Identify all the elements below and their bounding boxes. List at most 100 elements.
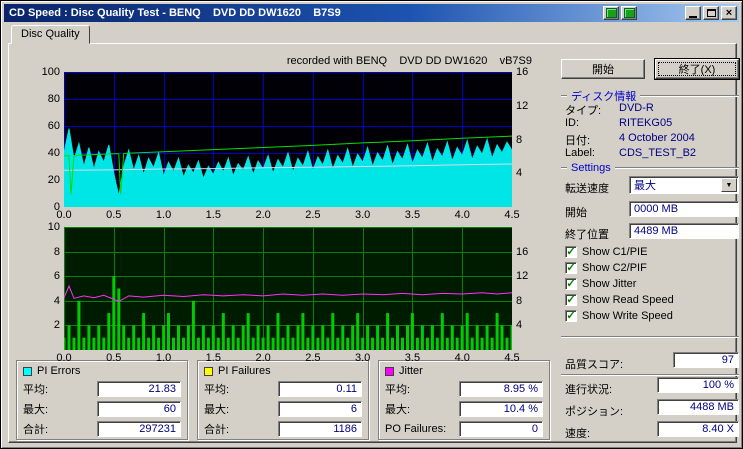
- position-label: ポジション:: [565, 406, 624, 418]
- stat-label: 最大:: [23, 404, 49, 416]
- quality-score-label: 品質スコア:: [565, 359, 624, 371]
- divider: [561, 336, 739, 338]
- stat-label: 合計:: [204, 424, 230, 436]
- start-pos-field[interactable]: 0000 MB: [629, 201, 739, 217]
- checkbox-box[interactable]: ✓: [565, 294, 577, 306]
- speed-value-label: 速度:: [565, 428, 591, 440]
- x-axis-label: 4.5: [504, 209, 520, 221]
- start-button[interactable]: 開始: [561, 59, 645, 79]
- x-axis-label: 1.5: [205, 209, 221, 221]
- y2-axis-label: 8: [516, 133, 523, 146]
- x-axis-label: 0.0: [56, 209, 72, 221]
- chart-header: recorded with BENQ DVD DD DW1620 vB7S9: [286, 55, 532, 67]
- disc-id-row: ID: RITEKG05: [565, 117, 673, 129]
- jitter-box: Jitter 平均: 8.95 % 最大: 10.4 % PO Failures: 0: [378, 360, 550, 440]
- y2-axis-label: 16: [516, 245, 529, 258]
- titlebar-buttons: ×: [603, 6, 739, 20]
- disc-copy-icon[interactable]: [603, 6, 619, 20]
- progress-value: 100 %: [657, 377, 739, 393]
- checkbox-show-write-speed[interactable]: ✓ Show Write Speed: [565, 310, 673, 322]
- chevron-down-icon[interactable]: ▼: [721, 178, 737, 192]
- maximize-icon: [706, 9, 716, 17]
- end-pos-label: 終了位置: [565, 229, 609, 241]
- checkbox-box[interactable]: ✓: [565, 278, 577, 290]
- stat-value: 0.11: [278, 381, 362, 397]
- y2-axis-label: 12: [516, 99, 529, 112]
- stat-value: 21.83: [97, 381, 181, 397]
- x-axis-label: 0.5: [106, 352, 122, 364]
- stat-value: 60: [97, 401, 181, 417]
- checkbox-show-c1-pie[interactable]: ✓ Show C1/PIE: [565, 246, 647, 258]
- x-axis-label: 3.0: [355, 209, 371, 221]
- y-axis-label: 6: [53, 270, 60, 283]
- y2-axis-label: 12: [516, 270, 529, 283]
- maximize-button[interactable]: [703, 6, 719, 20]
- app-window: CD Speed : Disc Quality Test - BENQ DVD …: [0, 0, 743, 449]
- y2-axis-label: 4: [516, 167, 523, 180]
- pi-failures-swatch: [204, 366, 213, 376]
- y2-axis-label: 4: [516, 319, 523, 332]
- stat-label: 平均:: [385, 384, 411, 396]
- stat-value: 1186: [278, 421, 362, 437]
- tab-label: Disc Quality: [21, 28, 80, 40]
- main-panel: recorded with BENQ DVD DD DW1620 vB7S9 P…: [8, 43, 739, 443]
- x-axis-label: 0.5: [106, 209, 122, 221]
- stat-label: 平均:: [204, 384, 230, 396]
- x-axis-label: 2.5: [305, 209, 321, 221]
- stat-label: 合計:: [23, 424, 49, 436]
- y-axis-label: 20: [47, 174, 60, 186]
- divider: [561, 374, 739, 376]
- speed-dropdown[interactable]: 最大 ▼: [629, 176, 739, 194]
- y-axis-label: 80: [47, 93, 60, 105]
- pi-errors-swatch: [23, 366, 32, 376]
- checkbox-show-jitter[interactable]: ✓ Show Jitter: [565, 278, 636, 290]
- checkbox-show-read-speed[interactable]: ✓ Show Read Speed: [565, 294, 674, 306]
- jitter-title: Jitter: [399, 365, 423, 377]
- stat-label: 平均:: [23, 384, 49, 396]
- titlebar[interactable]: CD Speed : Disc Quality Test - BENQ DVD …: [4, 4, 739, 22]
- close-icon: ×: [725, 7, 733, 19]
- x-axis-label: 1.0: [155, 352, 172, 364]
- y-axis-label: 2: [53, 319, 60, 332]
- y2-axis-label: 16: [516, 66, 529, 78]
- x-axis-label: 1.5: [205, 352, 221, 364]
- disc-type-row: タイプ: DVD-R: [565, 102, 654, 117]
- checkbox-box[interactable]: ✓: [565, 310, 577, 322]
- disc-label-row: Label: CDS_TEST_B2: [565, 147, 697, 159]
- pie-speed-chart: [64, 72, 512, 207]
- minimize-button[interactable]: [685, 6, 701, 20]
- pi-failures-title: PI Failures: [218, 365, 271, 377]
- x-axis-label: 4.5: [504, 352, 520, 364]
- drive-icon-button[interactable]: [621, 6, 637, 20]
- pi-errors-box: PI Errors 平均: 21.83 最大: 60 合計: 297231: [16, 360, 188, 440]
- checkbox-box[interactable]: ✓: [565, 246, 577, 258]
- x-axis-label: 3.5: [404, 209, 421, 221]
- speed-value: 8.40 X: [657, 421, 739, 437]
- checkbox-show-c2-pif[interactable]: ✓ Show C2/PIF: [565, 262, 647, 274]
- exit-button[interactable]: 終了(X): [655, 59, 739, 79]
- x-axis-label: 3.0: [355, 352, 371, 364]
- end-pos-field[interactable]: 4489 MB: [629, 223, 739, 239]
- checkbox-box[interactable]: ✓: [565, 262, 577, 274]
- stat-label: 最大:: [204, 404, 230, 416]
- stat-value: 8.95 %: [459, 381, 543, 397]
- speed-label: 転送速度: [565, 183, 609, 195]
- x-axis-label: 4.0: [454, 352, 470, 364]
- x-axis-label: 2.0: [255, 352, 271, 364]
- x-axis-label: 4.0: [454, 209, 470, 221]
- window-title: CD Speed : Disc Quality Test - BENQ DVD …: [9, 7, 341, 19]
- settings-heading: Settings: [561, 162, 739, 174]
- start-pos-label: 開始: [565, 207, 587, 219]
- position-value: 4488 MB: [657, 399, 739, 415]
- x-axis-label: 1.0: [155, 209, 172, 221]
- tab-disc-quality[interactable]: Disc Quality: [11, 25, 90, 44]
- quality-score-value: 97: [673, 352, 739, 368]
- close-button[interactable]: ×: [721, 6, 737, 20]
- y-axis-label: 10: [47, 221, 60, 233]
- pif-jitter-chart: [64, 227, 512, 350]
- y-axis-label: 60: [47, 120, 60, 132]
- drive-icon: [623, 8, 635, 18]
- x-axis-label: 2.0: [255, 209, 271, 221]
- speed-dropdown-value: 最大: [634, 180, 656, 192]
- y-axis-label: 4: [53, 294, 60, 307]
